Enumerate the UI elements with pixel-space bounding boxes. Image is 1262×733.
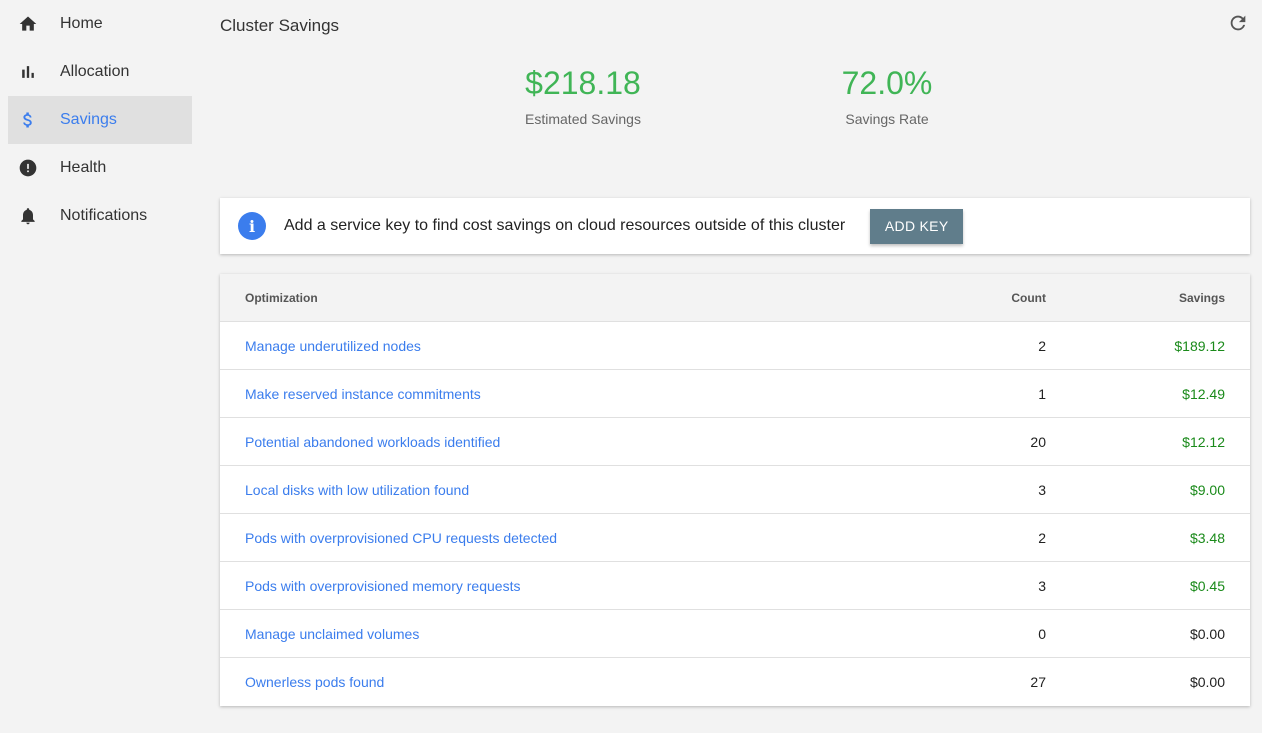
savings-cell: $12.49 bbox=[1182, 385, 1225, 402]
savings-cell: $0.45 bbox=[1189, 577, 1225, 594]
savings-rate-value: 72.0% bbox=[841, 65, 933, 101]
estimated-savings-value: $218.18 bbox=[525, 65, 641, 101]
count-cell: 0 bbox=[1038, 625, 1046, 642]
add-key-button[interactable]: ADD KEY bbox=[870, 208, 964, 244]
estimated-savings-metric: $218.18 Estimated Savings bbox=[483, 65, 683, 128]
service-key-banner: i Add a service key to find cost savings… bbox=[220, 198, 1250, 254]
sidebar-item-label: Notifications bbox=[60, 207, 148, 224]
table-row[interactable]: Pods with overprovisioned memory request… bbox=[220, 562, 1250, 610]
estimated-savings-label: Estimated Savings bbox=[525, 111, 641, 128]
sidebar-item-health[interactable]: Health bbox=[8, 144, 192, 192]
optimization-link[interactable]: Potential abandoned workloads identified bbox=[220, 434, 826, 450]
table-row[interactable]: Make reserved instance commitments 1 $12… bbox=[220, 370, 1250, 418]
column-header-savings[interactable]: Savings bbox=[1046, 291, 1250, 305]
count-cell: 1 bbox=[1038, 385, 1046, 402]
savings-cell: $0.00 bbox=[1189, 625, 1225, 642]
savings-cell: $3.48 bbox=[1189, 529, 1225, 546]
optimization-link[interactable]: Make reserved instance commitments bbox=[220, 386, 826, 402]
sidebar-item-label: Allocation bbox=[60, 63, 130, 80]
column-header-optimization[interactable]: Optimization bbox=[220, 291, 826, 305]
sidebar-item-savings[interactable]: Savings bbox=[8, 96, 192, 144]
savings-cell: $12.12 bbox=[1182, 433, 1225, 450]
savings-cell: $9.00 bbox=[1189, 481, 1225, 498]
optimizations-table: Optimization Count Savings Manage underu… bbox=[220, 274, 1250, 706]
optimization-link[interactable]: Pods with overprovisioned memory request… bbox=[220, 578, 826, 594]
column-header-count[interactable]: Count bbox=[826, 291, 1046, 305]
optimization-link[interactable]: Manage unclaimed volumes bbox=[220, 626, 826, 642]
count-cell: 2 bbox=[1038, 337, 1046, 354]
table-row[interactable]: Local disks with low utilization found 3… bbox=[220, 466, 1250, 514]
savings-cell: $0.00 bbox=[1189, 674, 1225, 690]
count-cell: 3 bbox=[1038, 577, 1046, 594]
sidebar-item-allocation[interactable]: Allocation bbox=[8, 48, 192, 96]
table-row[interactable]: Manage underutilized nodes 2 $189.12 bbox=[220, 322, 1250, 370]
refresh-button[interactable] bbox=[1226, 11, 1250, 35]
sidebar: Home Allocation Savings Health Notificat… bbox=[0, 0, 192, 240]
table-row[interactable]: Potential abandoned workloads identified… bbox=[220, 418, 1250, 466]
sidebar-item-label: Savings bbox=[60, 111, 117, 128]
table-row[interactable]: Manage unclaimed volumes 0 $0.00 bbox=[220, 610, 1250, 658]
sidebar-item-label: Health bbox=[60, 159, 107, 176]
savings-rate-label: Savings Rate bbox=[845, 111, 929, 128]
info-icon: i bbox=[238, 212, 266, 240]
optimization-link[interactable]: Pods with overprovisioned CPU requests d… bbox=[220, 530, 826, 546]
page-title: Cluster Savings bbox=[220, 16, 340, 35]
sidebar-item-notifications[interactable]: Notifications bbox=[8, 192, 192, 240]
count-cell: 2 bbox=[1038, 529, 1046, 546]
bell-icon bbox=[18, 206, 38, 226]
count-cell: 3 bbox=[1038, 481, 1046, 498]
count-cell: 27 bbox=[1030, 674, 1046, 690]
alert-circle-icon bbox=[18, 158, 38, 178]
table-header: Optimization Count Savings bbox=[220, 274, 1250, 322]
optimization-link[interactable]: Manage underutilized nodes bbox=[220, 338, 826, 354]
banner-text: Add a service key to find cost savings o… bbox=[284, 217, 846, 234]
optimization-link[interactable]: Local disks with low utilization found bbox=[220, 482, 826, 498]
optimization-link[interactable]: Ownerless pods found bbox=[220, 674, 826, 690]
dollar-icon bbox=[18, 110, 38, 130]
savings-rate-metric: 72.0% Savings Rate bbox=[787, 65, 987, 128]
savings-cell: $189.12 bbox=[1174, 337, 1225, 354]
refresh-icon bbox=[1227, 12, 1249, 34]
table-row[interactable]: Ownerless pods found 27 $0.00 bbox=[220, 658, 1250, 706]
sidebar-item-label: Home bbox=[60, 15, 103, 32]
bar-chart-icon bbox=[18, 62, 38, 82]
sidebar-item-home[interactable]: Home bbox=[8, 0, 192, 48]
table-row[interactable]: Pods with overprovisioned CPU requests d… bbox=[220, 514, 1250, 562]
home-icon bbox=[18, 14, 38, 34]
count-cell: 20 bbox=[1030, 433, 1046, 450]
